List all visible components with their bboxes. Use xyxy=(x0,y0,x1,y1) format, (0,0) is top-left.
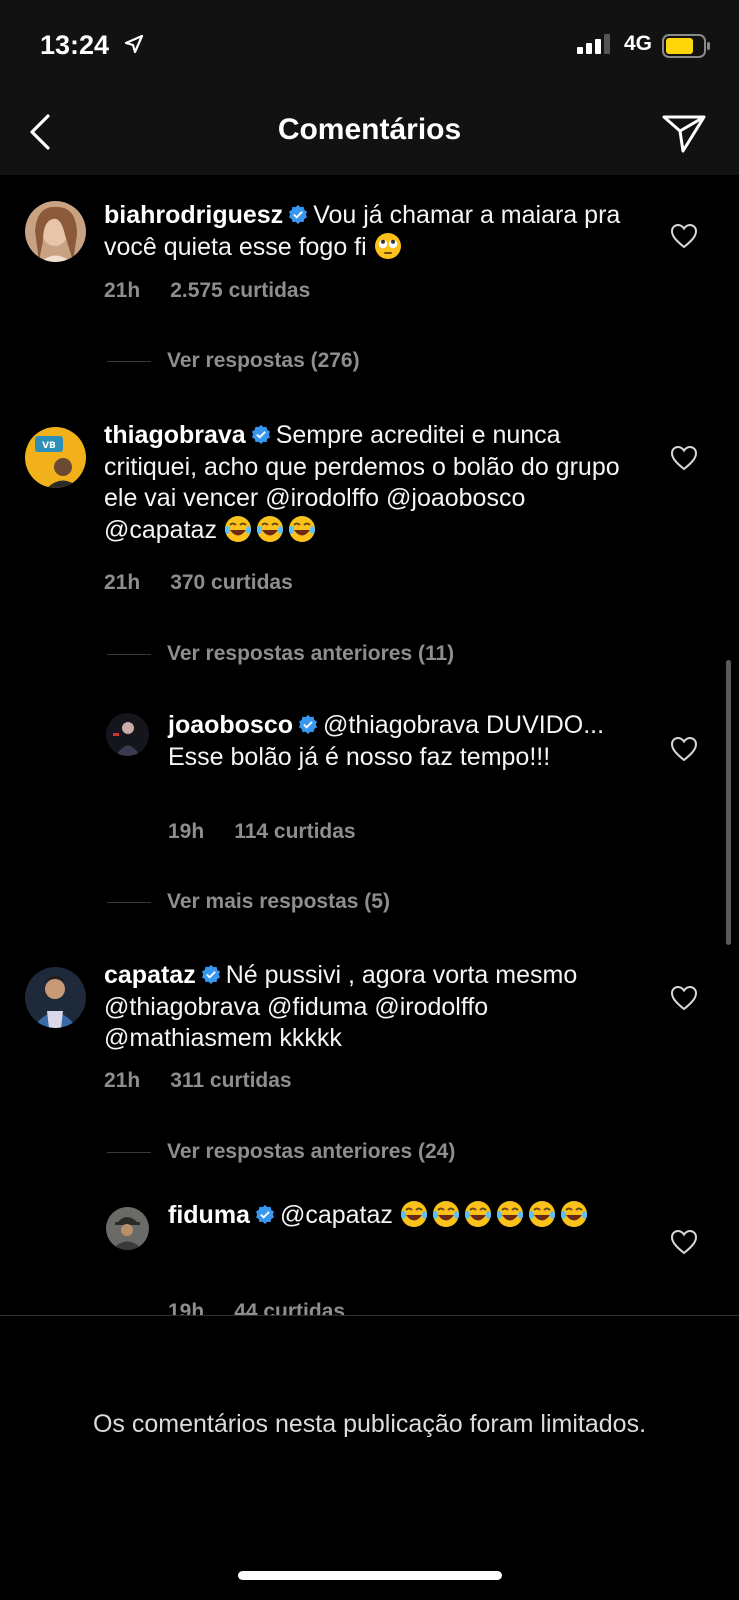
comment-time: 21h xyxy=(104,571,141,594)
laughing-tears-emoji-icon xyxy=(560,1201,587,1227)
send-direct-icon[interactable] xyxy=(656,107,712,157)
reply-meta: 19h 44 curtidas xyxy=(168,1300,345,1315)
comment-likes[interactable]: 370 curtidas xyxy=(170,571,293,594)
top-bar: 13:24 4G Comentários xyxy=(0,0,739,175)
laughing-tears-emoji-icon xyxy=(224,515,251,542)
signal-strength-icon xyxy=(577,34,610,54)
like-heart-icon[interactable] xyxy=(670,985,698,1011)
laughing-tears-emoji-icon xyxy=(256,515,283,542)
like-heart-icon[interactable] xyxy=(670,445,698,471)
comment-time: 21h xyxy=(104,279,141,302)
comment-username[interactable]: biahrodriguesz xyxy=(104,201,283,229)
comment-meta: 21h 370 curtidas xyxy=(104,571,293,595)
view-replies-button[interactable]: Ver respostas anteriores (11) xyxy=(107,642,454,666)
like-heart-icon[interactable] xyxy=(670,1229,698,1255)
header: Comentários xyxy=(0,95,739,175)
laughing-emoji-group xyxy=(224,515,320,544)
replies-divider xyxy=(107,1151,151,1153)
laughing-tears-emoji-icon xyxy=(528,1201,555,1227)
home-indicator[interactable] xyxy=(238,1571,502,1580)
replies-divider xyxy=(107,360,151,362)
reply-likes[interactable]: 114 curtidas xyxy=(234,820,355,843)
reply-username[interactable]: fiduma xyxy=(168,1201,250,1229)
avatar[interactable] xyxy=(25,201,86,262)
verified-badge-icon xyxy=(251,424,270,444)
view-replies-label: Ver respostas anteriores (24) xyxy=(167,1140,456,1163)
status-time: 13:24 xyxy=(40,30,110,60)
avatar[interactable] xyxy=(25,967,86,1028)
comment-meta: 21h 2.575 curtidas xyxy=(104,279,310,303)
like-heart-icon[interactable] xyxy=(670,223,698,249)
rolling-eyes-emoji-icon xyxy=(374,232,401,259)
network-type: 4G xyxy=(624,32,653,55)
battery-icon xyxy=(662,34,710,58)
avatar[interactable]: VB xyxy=(25,427,86,488)
comment-likes[interactable]: 311 curtidas xyxy=(170,1069,291,1092)
view-more-replies-button[interactable]: Ver mais respostas (5) xyxy=(107,890,390,914)
laughing-tears-emoji-icon xyxy=(496,1201,523,1227)
view-replies-label: Ver mais respostas (5) xyxy=(167,890,390,913)
laughing-tears-emoji-icon xyxy=(432,1201,459,1227)
avatar[interactable] xyxy=(106,713,149,756)
verified-badge-icon xyxy=(255,1204,274,1224)
scrollbar[interactable] xyxy=(726,660,731,945)
verified-badge-icon xyxy=(289,204,308,224)
comment-time: 21h xyxy=(104,1069,141,1092)
reply-likes[interactable]: 44 curtidas xyxy=(234,1300,345,1315)
view-replies-button[interactable]: Ver respostas (276) xyxy=(107,349,360,373)
comment-meta: 21h 311 curtidas xyxy=(104,1069,292,1093)
view-replies-button[interactable]: Ver respostas anteriores (24) xyxy=(107,1140,455,1164)
reply-time: 19h xyxy=(168,820,205,843)
reply-meta: 19h 114 curtidas xyxy=(168,820,356,844)
laughing-tears-emoji-icon xyxy=(288,515,315,542)
laughing-tears-emoji-icon xyxy=(464,1201,491,1227)
verified-badge-icon xyxy=(299,714,317,734)
svg-text:VB: VB xyxy=(42,441,56,451)
page-title: Comentários xyxy=(277,113,462,146)
laughing-emoji-group xyxy=(400,1201,592,1229)
status-bar: 13:24 4G xyxy=(0,0,739,95)
replies-divider xyxy=(107,653,151,655)
view-replies-label: Ver respostas anteriores (11) xyxy=(167,642,455,665)
comment-username[interactable]: thiagobrava xyxy=(104,421,246,449)
reply-text: @capataz xyxy=(279,1201,393,1229)
verified-badge-icon xyxy=(201,964,220,984)
replies-divider xyxy=(107,901,151,903)
reply-username[interactable]: joaobosco xyxy=(168,711,293,739)
comments-list[interactable]: biahrodriguesz Vou já chamar a maiara pra… xyxy=(0,175,739,1315)
comment-username[interactable]: capataz xyxy=(104,961,196,989)
comments-limited-notice: Os comentários nesta publicação foram li… xyxy=(92,1410,647,1438)
location-arrow-icon xyxy=(124,34,144,54)
footer-divider xyxy=(0,1315,739,1316)
view-replies-label: Ver respostas (276) xyxy=(167,349,360,372)
like-heart-icon[interactable] xyxy=(670,736,698,762)
laughing-tears-emoji-icon xyxy=(400,1201,427,1227)
comment-likes[interactable]: 2.575 curtidas xyxy=(170,279,310,302)
reply-time: 19h xyxy=(168,1300,205,1315)
avatar[interactable] xyxy=(106,1207,149,1250)
